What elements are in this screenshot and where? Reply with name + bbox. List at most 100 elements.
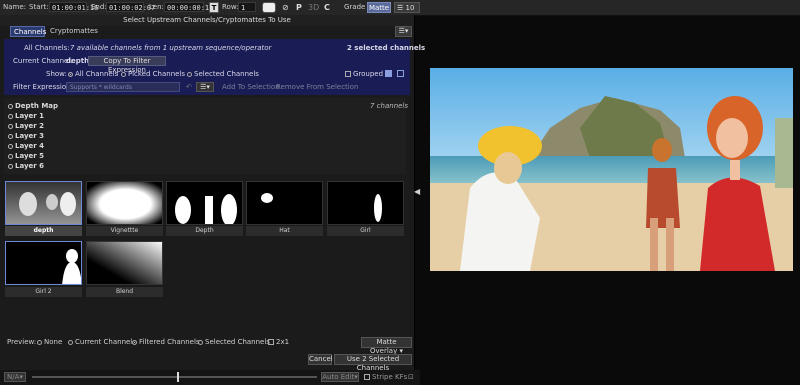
thumbnail-label-blend[interactable]: Blend bbox=[86, 287, 163, 297]
show-selected-label: Selected Channels bbox=[194, 70, 259, 78]
undo-icon[interactable]: ↶ bbox=[186, 83, 192, 92]
thumbnail-blend[interactable] bbox=[86, 241, 163, 285]
vignette-matte-image bbox=[87, 182, 162, 224]
thumbnail-hat[interactable] bbox=[246, 181, 323, 225]
tree-item-layer-5[interactable]: Layer 5 bbox=[8, 151, 44, 161]
menu-icon: ☰▾ bbox=[398, 27, 409, 35]
timeline-slider-handle[interactable] bbox=[177, 372, 179, 382]
channel-tree-root[interactable]: Depth Map bbox=[8, 101, 58, 111]
radio-icon bbox=[37, 339, 42, 345]
copy-to-filter-button[interactable]: Copy To Filter Expression bbox=[88, 56, 166, 74]
timeline-slider-track[interactable] bbox=[32, 376, 317, 378]
row-field[interactable]: 1 bbox=[238, 2, 256, 12]
thumbnail-girl[interactable] bbox=[327, 181, 404, 225]
c-icon[interactable]: C bbox=[324, 2, 330, 13]
tree-item-layer-3[interactable]: Layer 3 bbox=[8, 131, 44, 141]
add-to-selection-button[interactable]: Add To Selection bbox=[222, 83, 280, 92]
text-tool-icon[interactable]: T bbox=[209, 2, 219, 13]
use-selected-channels-button[interactable]: Use 2 Selected Channels bbox=[334, 354, 412, 372]
expand-icon bbox=[8, 153, 13, 159]
depth-silhouette-image bbox=[175, 194, 237, 224]
thumbnail-depth-2[interactable] bbox=[166, 181, 243, 225]
3d-icon[interactable]: 3D bbox=[308, 2, 319, 13]
all-channels-description: 7 available channels from 1 upstream seq… bbox=[70, 44, 272, 52]
length-timecode-field[interactable]: 00:00:00:16 bbox=[164, 2, 213, 12]
start-timecode-field[interactable]: 01:00:01:16 bbox=[49, 2, 98, 12]
filter-expression-label: Filter Expression: bbox=[13, 83, 73, 91]
filter-expression-input[interactable]: Supports * wildcards bbox=[66, 82, 180, 92]
expand-icon bbox=[8, 133, 13, 139]
preview-current-label: Current Channel bbox=[75, 338, 133, 346]
tree-item-label: Layer 2 bbox=[15, 122, 45, 130]
blend-gradient-image bbox=[87, 242, 162, 284]
tab-channels[interactable]: Channels bbox=[10, 26, 46, 37]
overlay-mode-select[interactable]: Matte Overlay ▾ bbox=[361, 337, 412, 355]
expand-icon bbox=[8, 163, 13, 169]
preview-filtered-label: Filtered Channels bbox=[139, 338, 200, 346]
auto-edit-value: Auto Edit bbox=[322, 373, 355, 381]
preview-none-radio[interactable]: None bbox=[37, 338, 62, 347]
overlay-mode-value: Matte Overlay bbox=[370, 338, 398, 355]
show-all-label: All Channels bbox=[75, 70, 119, 78]
cancel-button[interactable]: Cancel bbox=[308, 354, 333, 365]
preview-filtered-channels-radio[interactable]: Filtered Channels bbox=[132, 338, 200, 347]
radio-icon bbox=[187, 71, 192, 77]
layers-dropdown[interactable]: ☰ 10 ▾ bbox=[394, 2, 420, 22]
thumbnail-label-depth-2[interactable]: Depth bbox=[166, 226, 243, 236]
end-timecode-field[interactable]: 01:00:02:07 bbox=[106, 2, 155, 12]
tree-item-label: Layer 6 bbox=[15, 162, 45, 170]
na-dropdown[interactable]: N/A▾ bbox=[4, 372, 26, 382]
show-selected-channels-radio[interactable]: Selected Channels bbox=[187, 70, 259, 79]
tree-item-layer-1[interactable]: Layer 1 bbox=[8, 111, 44, 121]
thumbnail-vignette[interactable] bbox=[86, 181, 163, 225]
expand-icon[interactable]: ⊡ bbox=[408, 373, 414, 381]
thumbnail-label-depth[interactable]: depth bbox=[5, 226, 82, 236]
stripe-kfs-checkbox[interactable]: Stripe KFs bbox=[364, 373, 407, 382]
row-label: Row: bbox=[222, 3, 239, 11]
radio-icon bbox=[132, 339, 137, 345]
auto-edit-dropdown[interactable]: Auto Edit▾ bbox=[321, 372, 359, 382]
beach-scene-image bbox=[430, 68, 793, 271]
grouped-checkbox[interactable]: Grouped bbox=[345, 70, 383, 79]
tree-item-label: Layer 5 bbox=[15, 152, 45, 160]
color-swatch-button[interactable] bbox=[262, 2, 276, 13]
tree-item-layer-2[interactable]: Layer 2 bbox=[8, 121, 44, 131]
grid-view-icon[interactable] bbox=[385, 70, 392, 77]
tree-item-layer-4[interactable]: Layer 4 bbox=[8, 141, 44, 151]
thumbnail-label-hat[interactable]: Hat bbox=[246, 226, 323, 236]
show-all-channels-radio[interactable]: All Channels bbox=[68, 70, 118, 79]
collapse-panel-icon[interactable]: ◀ bbox=[414, 187, 422, 197]
thumbnail-label-vignette[interactable]: Vignettte bbox=[86, 226, 163, 236]
thumbnail-label-girl[interactable]: Girl bbox=[327, 226, 404, 236]
no-entry-icon[interactable]: ⊘ bbox=[282, 2, 289, 13]
hat-matte-image bbox=[261, 193, 273, 203]
thumbnail-label-girl-2[interactable]: Girl 2 bbox=[5, 287, 82, 297]
thumbnail-girl-2[interactable] bbox=[5, 241, 82, 285]
radio-icon bbox=[68, 339, 73, 345]
p-icon[interactable]: P bbox=[296, 2, 302, 13]
preview-current-channel-radio[interactable]: Current Channel bbox=[68, 338, 132, 347]
matte-tab[interactable]: Matte bbox=[367, 2, 391, 13]
top-toolbar: Name: Start: 01:00:01:16 End: 01:00:02:0… bbox=[0, 0, 800, 22]
thumbnail-depth[interactable] bbox=[5, 181, 82, 225]
show-picked-channels-radio[interactable]: Picked Channels bbox=[121, 70, 185, 79]
filter-options-button[interactable]: ☰▾ bbox=[196, 82, 214, 92]
dialog-title: Select Upstream Channels/Cryptomattes To… bbox=[0, 15, 414, 26]
len-label: Len: bbox=[149, 3, 164, 11]
tree-item-layer-6[interactable]: Layer 6 bbox=[8, 161, 44, 171]
current-channel-value: depth bbox=[66, 57, 90, 65]
layers-count: 10 bbox=[405, 4, 415, 12]
dialog-menu-button[interactable]: ☰▾ bbox=[395, 26, 412, 37]
two-by-one-checkbox[interactable]: 2x1 bbox=[268, 338, 289, 347]
tab-cryptomattes[interactable]: Cryptomattes bbox=[47, 26, 98, 37]
start-label: Start: bbox=[29, 3, 49, 11]
remove-from-selection-button[interactable]: Remove From Selection bbox=[276, 83, 358, 92]
list-view-icon[interactable] bbox=[397, 70, 404, 77]
stripe-kfs-label: Stripe KFs bbox=[372, 373, 408, 381]
preview-selected-channels-radio[interactable]: Selected Channels bbox=[198, 338, 270, 347]
channel-tree bbox=[4, 98, 406, 174]
girl2-matte-image bbox=[62, 249, 81, 284]
na-value: N/A bbox=[7, 373, 20, 381]
grade-tab[interactable]: Grade bbox=[344, 3, 365, 11]
image-viewer[interactable] bbox=[430, 68, 793, 271]
